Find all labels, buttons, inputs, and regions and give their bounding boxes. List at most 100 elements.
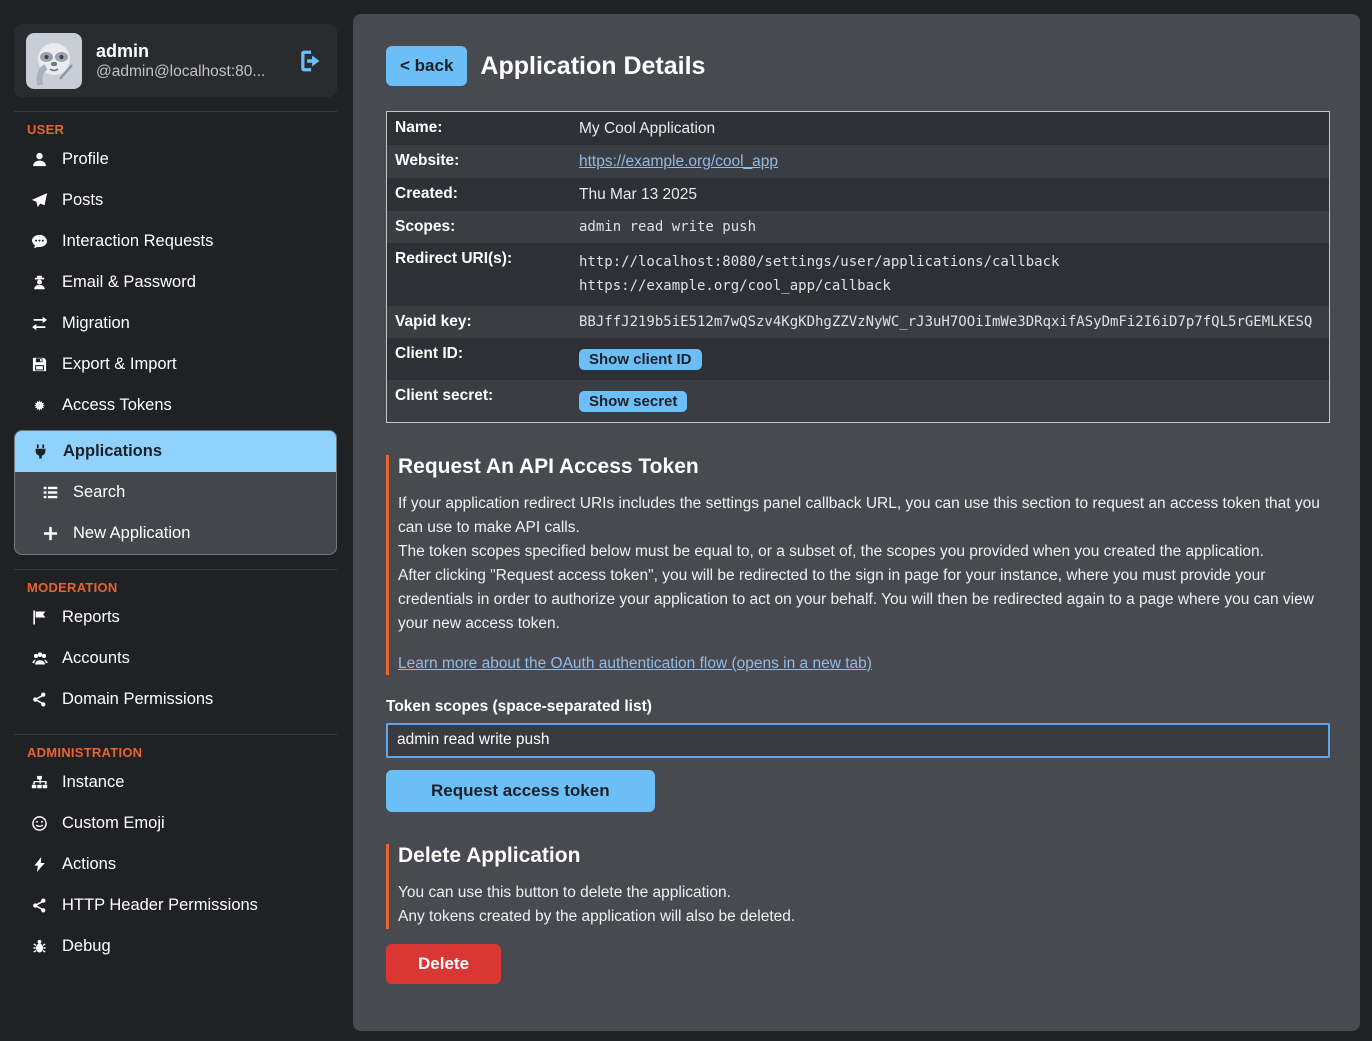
sidebar-item-new-application[interactable]: New Application [15,513,336,554]
sidebar-item-email-password[interactable]: Email & Password [0,262,353,303]
smiley-icon [30,815,49,832]
sidebar-divider [14,569,337,570]
page-header: < back Application Details [386,46,1332,86]
paper-plane-icon [30,192,49,209]
user-icon [30,151,49,168]
token-scopes-label: Token scopes (space-separated list) [386,698,1332,716]
row-value: My Cool Application [571,112,1329,145]
token-scopes-input[interactable] [386,723,1330,758]
sidebar-item-label: Accounts [62,649,130,668]
exchange-arrows-icon [30,315,49,332]
plus-icon [41,525,60,542]
sidebar-item-label: Posts [62,191,103,210]
row-label: Website: [387,145,571,177]
section-heading-administration: ADMINISTRATION [27,745,353,760]
sidebar-item-reports[interactable]: Reports [0,597,353,638]
row-value: http://localhost:8080/settings/user/appl… [571,243,1329,306]
share-nodes-icon [30,897,49,914]
sidebar-item-instance[interactable]: Instance [0,762,353,803]
table-row-scopes: Scopes: admin read write push [387,211,1329,243]
avatar [26,33,82,89]
page-title: Application Details [480,52,705,81]
certificate-icon [30,397,49,414]
sidebar-item-label: Instance [62,773,124,792]
sidebar-section-moderation: MODERATION Reports Accounts Domain Permi… [0,580,353,720]
row-label: Scopes: [387,211,571,243]
sidebar-item-profile[interactable]: Profile [0,139,353,180]
comment-dots-icon [30,233,49,250]
row-label: Redirect URI(s): [387,243,571,275]
sidebar-item-label: HTTP Header Permissions [62,896,258,915]
sidebar-item-label: Access Tokens [62,396,172,415]
row-value: BBJffJ219b5iE512m7wQSzv4KgKDhgZZVzNyWC_r… [571,306,1329,337]
table-row-redirect-uris: Redirect URI(s): http://localhost:8080/s… [387,243,1329,306]
sidebar-item-actions[interactable]: Actions [0,844,353,885]
sidebar-item-posts[interactable]: Posts [0,180,353,221]
list-icon [41,484,60,501]
table-row-client-secret: Client secret: Show secret [387,380,1329,422]
sidebar-divider [14,111,337,112]
delete-application-button[interactable]: Delete [386,944,501,984]
sidebar-item-access-tokens[interactable]: Access Tokens [0,385,353,426]
oauth-docs-link[interactable]: Learn more about the OAuth authenticatio… [398,655,872,672]
redirect-uri-2: https://example.org/cool_app/callback [579,275,1321,299]
settings-app: admin @admin@localhost:80... USER Profil… [0,0,1372,1041]
website-link[interactable]: https://example.org/cool_app [579,153,778,170]
sidebar-item-applications[interactable]: Applications [15,431,336,472]
sidebar-item-debug[interactable]: Debug [0,926,353,967]
plug-icon [31,443,50,460]
table-row-vapid-key: Vapid key: BBJffJ219b5iE512m7wQSzv4KgKDh… [387,306,1329,338]
sidebar-item-export-import[interactable]: Export & Import [0,344,353,385]
user-secret-icon [30,274,49,291]
table-row-client-id: Client ID: Show client ID [387,338,1329,380]
floppy-disk-icon [30,356,49,373]
delete-line-1: You can use this button to delete the ap… [398,881,1332,905]
row-value: Thu Mar 13 2025 [571,178,1329,211]
sidebar-item-label: Migration [62,314,130,333]
user-meta: admin @admin@localhost:80... [96,40,281,81]
sidebar-item-domain-permissions[interactable]: Domain Permissions [0,679,353,720]
sidebar-item-http-header-permissions[interactable]: HTTP Header Permissions [0,885,353,926]
user-card: admin @admin@localhost:80... [14,24,337,97]
sidebar-item-label: Custom Emoji [62,814,165,833]
back-button[interactable]: < back [386,46,467,86]
sidebar-item-label: Debug [62,937,111,956]
bug-icon [30,938,49,955]
row-value: admin read write push [571,211,1329,242]
show-client-id-button[interactable]: Show client ID [579,349,702,370]
section-heading-user: USER [27,122,353,137]
sidebar-item-label: New Application [73,524,190,543]
token-paragraph-2: The token scopes specified below must be… [398,540,1332,564]
sidebar-item-label: Email & Password [62,273,196,292]
sidebar-item-label: Reports [62,608,120,627]
table-row-website: Website: https://example.org/cool_app [387,145,1329,178]
sidebar-section-administration: ADMINISTRATION Instance Custom Emoji Act… [0,745,353,967]
sidebar-item-label: Search [73,483,125,502]
sidebar-item-label: Export & Import [62,355,177,374]
token-section-heading: Request An API Access Token [398,455,1332,479]
application-details-table: Name: My Cool Application Website: https… [386,111,1330,423]
sidebar-item-applications-search[interactable]: Search [15,472,336,513]
user-handle: @admin@localhost:80... [96,63,281,81]
sidebar-item-migration[interactable]: Migration [0,303,353,344]
sitemap-icon [30,774,49,791]
show-secret-button[interactable]: Show secret [579,391,687,412]
sidebar-item-custom-emoji[interactable]: Custom Emoji [0,803,353,844]
table-row-name: Name: My Cool Application [387,112,1329,145]
redirect-uri-1: http://localhost:8080/settings/user/appl… [579,251,1321,275]
token-paragraph-1: If your application redirect URIs includ… [398,492,1332,540]
request-access-token-button[interactable]: Request access token [386,770,655,812]
delete-line-2: Any tokens created by the application wi… [398,905,1332,929]
sidebar-item-label: Profile [62,150,109,169]
row-label: Client secret: [387,380,571,412]
token-request-docs: Request An API Access Token If your appl… [386,455,1332,675]
logout-icon[interactable] [295,46,325,76]
sidebar-item-label: Interaction Requests [62,232,213,251]
sidebar-section-user: USER Profile Posts Interaction Requests [0,122,353,555]
delete-application-docs: Delete Application You can use this butt… [386,844,1332,929]
table-row-created: Created: Thu Mar 13 2025 [387,178,1329,211]
sidebar-item-accounts[interactable]: Accounts [0,638,353,679]
section-heading-moderation: MODERATION [27,580,353,595]
sidebar-item-interaction-requests[interactable]: Interaction Requests [0,221,353,262]
sidebar-item-label: Actions [62,855,116,874]
